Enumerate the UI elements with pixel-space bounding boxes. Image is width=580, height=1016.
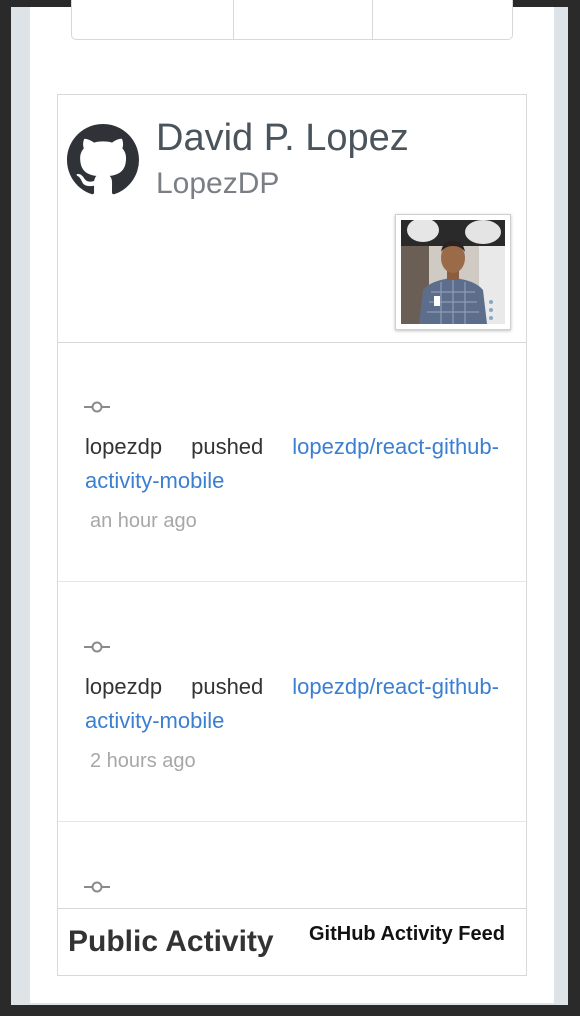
avatar[interactable] — [395, 214, 511, 330]
activity-event: lopezdp pushed lopezdp/react-github-acti… — [58, 582, 526, 822]
git-commit-icon — [84, 641, 110, 653]
git-commit-icon — [84, 401, 110, 413]
event-description: lopezdp pushed lopezdp/react-github-acti… — [85, 430, 499, 498]
tab-1[interactable] — [72, 0, 233, 39]
avatar-photo — [401, 220, 505, 324]
event-actor[interactable]: lopezdp — [85, 674, 162, 699]
event-description: lopezdp pushed lopezdp/react-github-acti… — [85, 670, 499, 738]
event-verb: pushed — [191, 674, 264, 699]
profile-login: LopezDP — [156, 167, 280, 200]
footer-bar: Public Activity GitHub Activity Feed — [58, 908, 526, 975]
event-verb: pushed — [191, 434, 264, 459]
event-timestamp: an hour ago — [90, 510, 197, 532]
footer-title: Public Activity — [68, 925, 274, 958]
event-actor[interactable]: lopezdp — [85, 434, 162, 459]
profile-header: David P. Lopez LopezDP — [58, 95, 526, 343]
github-octocat-icon — [67, 124, 139, 195]
top-tab-bar — [71, 0, 513, 40]
activity-card: David P. Lopez LopezDP lopezdp pushed lo… — [57, 94, 527, 976]
event-timestamp: 2 hours ago — [90, 750, 196, 772]
git-commit-icon — [84, 881, 110, 893]
activity-event: lopezdp pushed lopezdp/react-github-acti… — [58, 342, 526, 582]
footer-subtitle: GitHub Activity Feed — [309, 923, 505, 945]
tab-3[interactable] — [372, 0, 512, 39]
profile-name: David P. Lopez — [156, 117, 409, 159]
tab-2[interactable] — [233, 0, 372, 39]
